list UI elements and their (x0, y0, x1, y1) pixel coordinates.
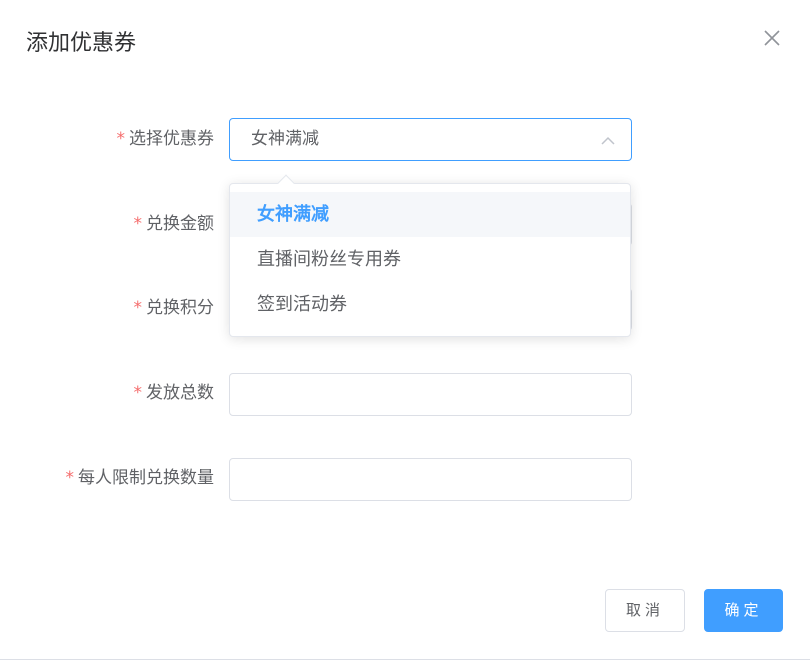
points-label-text: 兑换积分 (146, 298, 214, 318)
total-input[interactable] (229, 373, 632, 416)
required-mark: * (116, 129, 126, 149)
limit-label: * 每人限制兑换数量 (66, 466, 215, 490)
chevron-up-icon[interactable] (601, 133, 615, 147)
coupon-select-value: 女神满减 (251, 129, 319, 149)
coupon-select[interactable]: 女神满减 (229, 118, 632, 161)
limit-input[interactable] (229, 458, 632, 501)
amount-label: * 兑换金额 (134, 212, 215, 236)
confirm-button[interactable]: 确定 (704, 589, 783, 632)
coupon-select-label: * 选择优惠券 (117, 127, 215, 151)
coupon-select-label-text: 选择优惠券 (129, 129, 214, 149)
required-mark: * (133, 383, 143, 403)
required-mark: * (133, 214, 143, 234)
total-label: * 发放总数 (134, 381, 215, 405)
points-label: * 兑换积分 (134, 296, 215, 320)
total-label-text: 发放总数 (146, 383, 214, 403)
dropdown-option-1[interactable]: 女神满减 (230, 192, 630, 237)
required-mark: * (133, 298, 143, 318)
cancel-button[interactable]: 取消 (605, 589, 685, 632)
required-mark: * (65, 468, 75, 488)
coupon-dropdown: 女神满减 直播间粉丝专用券 签到活动券 (229, 174, 631, 337)
limit-label-text: 每人限制兑换数量 (78, 468, 214, 488)
dropdown-arrow (277, 174, 295, 192)
close-icon[interactable] (762, 28, 782, 48)
dropdown-option-3[interactable]: 签到活动券 (230, 282, 630, 327)
add-coupon-dialog: 添加优惠券 * 选择优惠券 女神满减 * 兑换金额 * 兑换积分 * 发放总数 * 每人限… (0, 0, 810, 660)
dialog-title: 添加优惠券 (26, 31, 137, 56)
amount-label-text: 兑换金额 (146, 214, 214, 234)
dropdown-option-2[interactable]: 直播间粉丝专用券 (230, 237, 630, 282)
